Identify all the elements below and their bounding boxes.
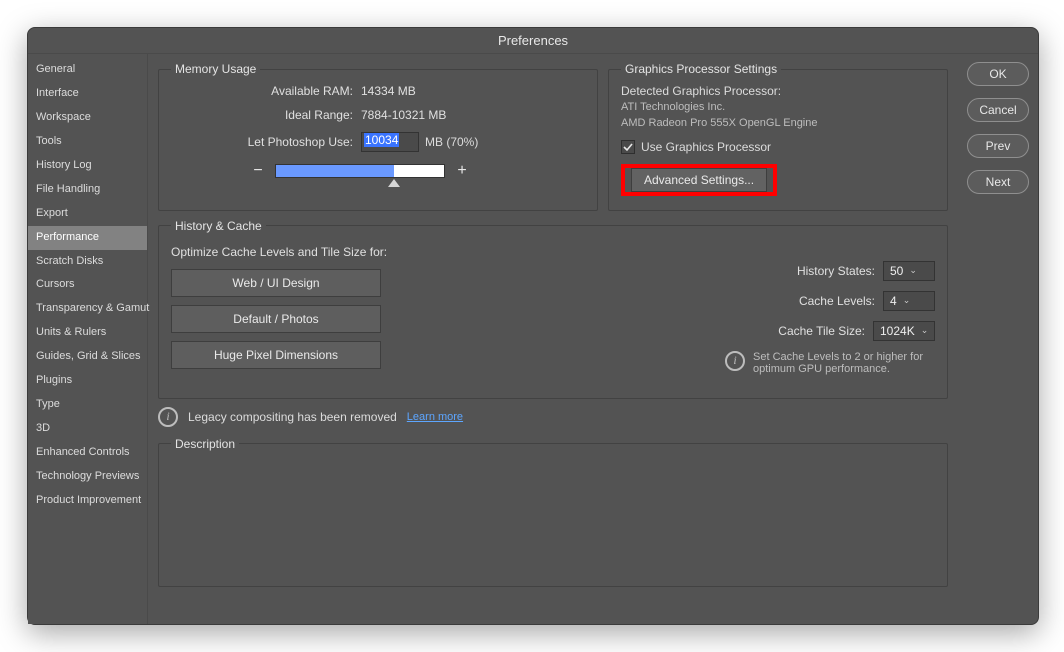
sidebar-item-general[interactable]: General <box>28 58 147 82</box>
sidebar-item-technology-previews[interactable]: Technology Previews <box>28 465 147 489</box>
preset-web-ui-design[interactable]: Web / UI Design <box>171 269 381 297</box>
ok-button[interactable]: OK <box>967 62 1029 86</box>
history-cache-legend: History & Cache <box>171 219 266 233</box>
legacy-compositing-text: Legacy compositing has been removed <box>188 410 397 424</box>
window-title: Preferences <box>28 28 1038 54</box>
sidebar-item-scratch-disks[interactable]: Scratch Disks <box>28 250 147 274</box>
gpu-device: AMD Radeon Pro 555X OpenGL Engine <box>621 116 935 132</box>
sidebar-item-history-log[interactable]: History Log <box>28 154 147 178</box>
cache-levels-label: Cache Levels: <box>799 294 875 308</box>
legacy-compositing-row: i Legacy compositing has been removed Le… <box>158 407 948 427</box>
cache-tile-size-select[interactable]: 1024K⌄ <box>873 321 935 341</box>
sidebar-item-plugins[interactable]: Plugins <box>28 369 147 393</box>
preferences-window: Preferences GeneralInterfaceWorkspaceToo… <box>27 27 1039 625</box>
sidebar-item-enhanced-controls[interactable]: Enhanced Controls <box>28 441 147 465</box>
prev-button[interactable]: Prev <box>967 134 1029 158</box>
memory-slider-fill <box>276 165 394 177</box>
sidebar-item-tools[interactable]: Tools <box>28 130 147 154</box>
description-legend: Description <box>171 437 239 451</box>
use-gpu-checkbox[interactable] <box>621 140 635 154</box>
history-cache-group: History & Cache Optimize Cache Levels an… <box>158 219 948 399</box>
learn-more-link[interactable]: Learn more <box>407 411 463 423</box>
preset-huge-pixel-dimensions[interactable]: Huge Pixel Dimensions <box>171 341 381 369</box>
let-photoshop-use-label: Let Photoshop Use: <box>171 135 361 149</box>
main-panel: Memory Usage Available RAM: 14334 MB Ide… <box>148 54 958 624</box>
history-states-select[interactable]: 50⌄ <box>883 261 935 281</box>
advanced-settings-highlight: Advanced Settings... <box>621 164 777 196</box>
sidebar-item-units-rulers[interactable]: Units & Rulers <box>28 321 147 345</box>
cache-hint-text: Set Cache Levels to 2 or higher for opti… <box>753 351 935 375</box>
chevron-down-icon: ⌄ <box>921 325 929 336</box>
memory-slider-decrease[interactable]: − <box>251 162 265 180</box>
window-body: GeneralInterfaceWorkspaceToolsHistory Lo… <box>28 54 1038 624</box>
category-sidebar: GeneralInterfaceWorkspaceToolsHistory Lo… <box>28 54 148 624</box>
ideal-range-label: Ideal Range: <box>171 108 361 122</box>
sidebar-item-guides-grid-slices[interactable]: Guides, Grid & Slices <box>28 345 147 369</box>
info-icon: i <box>725 351 745 371</box>
sidebar-item-3d[interactable]: 3D <box>28 417 147 441</box>
history-states-label: History States: <box>797 264 875 278</box>
chevron-down-icon: ⌄ <box>909 265 917 276</box>
next-button[interactable]: Next <box>967 170 1029 194</box>
description-group: Description <box>158 437 948 587</box>
available-ram-label: Available RAM: <box>171 84 361 98</box>
sidebar-item-performance[interactable]: Performance <box>28 226 147 250</box>
gpu-settings-legend: Graphics Processor Settings <box>621 62 781 76</box>
memory-usage-group: Memory Usage Available RAM: 14334 MB Ide… <box>158 62 598 211</box>
use-gpu-label: Use Graphics Processor <box>641 140 771 154</box>
optimize-label: Optimize Cache Levels and Tile Size for: <box>171 245 451 259</box>
ideal-range-value: 7884-10321 MB <box>361 108 585 122</box>
memory-slider-thumb[interactable] <box>388 179 400 187</box>
memory-slider-increase[interactable]: + <box>455 162 469 180</box>
sidebar-item-file-handling[interactable]: File Handling <box>28 178 147 202</box>
action-column: OK Cancel Prev Next <box>958 54 1038 624</box>
detected-gpu-label: Detected Graphics Processor: <box>621 84 935 98</box>
memory-slider[interactable] <box>275 164 445 178</box>
let-photoshop-use-input[interactable]: 10034 <box>361 132 419 152</box>
sidebar-item-export[interactable]: Export <box>28 202 147 226</box>
info-icon: i <box>158 407 178 427</box>
sidebar-item-workspace[interactable]: Workspace <box>28 106 147 130</box>
gpu-vendor: ATI Technologies Inc. <box>621 100 935 116</box>
cancel-button[interactable]: Cancel <box>967 98 1029 122</box>
sidebar-item-cursors[interactable]: Cursors <box>28 273 147 297</box>
sidebar-item-transparency-gamut[interactable]: Transparency & Gamut <box>28 297 147 321</box>
advanced-settings-button[interactable]: Advanced Settings... <box>631 168 767 192</box>
sidebar-item-type[interactable]: Type <box>28 393 147 417</box>
sidebar-item-interface[interactable]: Interface <box>28 82 147 106</box>
available-ram-value: 14334 MB <box>361 84 585 98</box>
gpu-settings-group: Graphics Processor Settings Detected Gra… <box>608 62 948 211</box>
sidebar-item-product-improvement[interactable]: Product Improvement <box>28 489 147 513</box>
cache-levels-select[interactable]: 4⌄ <box>883 291 935 311</box>
preset-default-photos[interactable]: Default / Photos <box>171 305 381 333</box>
memory-usage-legend: Memory Usage <box>171 62 260 76</box>
chevron-down-icon: ⌄ <box>903 295 911 306</box>
let-photoshop-use-suffix: MB (70%) <box>425 135 478 149</box>
cache-tile-size-label: Cache Tile Size: <box>778 324 865 338</box>
check-icon <box>623 142 633 152</box>
